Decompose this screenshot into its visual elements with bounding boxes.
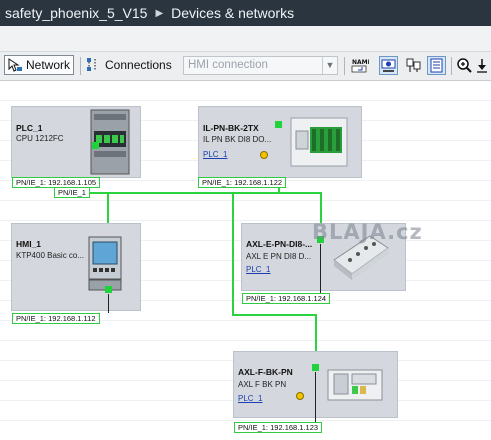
device-il-pn-bk-2tx[interactable]: IL-PN-BK-2TX IL PN BK DI8 DO... PLC_1 — [198, 106, 362, 178]
safety-tag-icon — [296, 392, 304, 400]
network-cursor-icon — [8, 58, 22, 72]
ethernet-port-icon[interactable] — [312, 364, 319, 371]
device-name: AXL-F-BK-PN — [238, 367, 293, 377]
title-bar: safety_phoenix_5_V15 ▶ Devices & network… — [0, 0, 491, 26]
network-button[interactable]: Network — [4, 55, 74, 75]
network-wire[interactable] — [66, 192, 322, 194]
watermark: BLAJA.cz — [312, 220, 423, 244]
hmi-panel-image-icon — [88, 236, 122, 291]
chevron-down-icon[interactable]: ▼ — [322, 57, 337, 74]
device-plc-1[interactable]: PLC_1 CPU 1212FC — [11, 106, 141, 178]
port-connector-line — [315, 372, 316, 422]
show-names-icon[interactable]: NAME — [350, 56, 372, 75]
device-address[interactable]: PN/IE_1: 192.168.1.123 — [234, 422, 323, 433]
download-arrow-icon[interactable] — [475, 56, 489, 75]
device-address[interactable]: PN/IE_1: 192.168.1.112 — [12, 313, 100, 324]
connections-button[interactable]: Connections — [86, 55, 172, 75]
network-button-label: Network — [26, 58, 71, 72]
project-name[interactable]: safety_phoenix_5_V15 — [5, 5, 147, 21]
port-connector-line — [320, 244, 321, 293]
toolbar-divider — [451, 57, 452, 75]
io-controller-link[interactable]: PLC_1 — [238, 394, 262, 403]
device-view-icon[interactable] — [404, 56, 423, 75]
device-hmi-1[interactable]: HMI_1 KTP400 Basic co... — [11, 223, 141, 311]
network-wire[interactable] — [232, 314, 317, 316]
connections-label: Connections — [105, 58, 172, 72]
device-address[interactable]: PN/IE_1: 192.168.1.105 — [12, 177, 101, 188]
io-controller-link[interactable]: PLC_1 — [203, 150, 227, 159]
device-type: IL PN BK DI8 DO... — [203, 135, 272, 144]
overview-table-icon[interactable] — [427, 56, 446, 75]
svg-text:NAME: NAME — [352, 59, 369, 66]
subnet-label[interactable]: PN/IE_1 — [54, 187, 90, 198]
device-name: AXL-E-PN-DI8-... — [246, 239, 313, 249]
toolbar-divider — [344, 57, 345, 75]
device-type: AXL F BK PN — [238, 380, 287, 389]
zoom-icon[interactable] — [455, 56, 474, 75]
device-name: PLC_1 — [16, 123, 43, 133]
io-controller-link[interactable]: PLC_1 — [246, 265, 270, 274]
network-toolbar: Network Connections HMI connection ▼ NAM… — [0, 52, 491, 81]
io-module-image-icon — [290, 117, 348, 167]
device-address[interactable]: PN/IE_1: 192.168.1.122 — [198, 177, 287, 188]
connections-icon — [87, 58, 96, 71]
view-name: Devices & networks — [171, 5, 295, 21]
axl-f-coupler-image-icon — [327, 369, 383, 401]
breadcrumb-arrow-icon: ▶ — [155, 7, 164, 19]
network-canvas[interactable]: PN/IE_1 PLC_1 CPU 1212FC PN/IE_1: 192.16… — [0, 81, 491, 440]
device-type: AXL E PN DI8 D... — [246, 252, 312, 261]
show-address-icon[interactable] — [379, 56, 398, 75]
tab-strip — [0, 26, 491, 52]
device-name: IL-PN-BK-2TX — [203, 123, 259, 133]
connection-type-select[interactable]: HMI connection ▼ — [183, 56, 338, 75]
connection-type-value: HMI connection — [188, 59, 268, 71]
port-connector-line — [108, 294, 109, 313]
network-wire[interactable] — [232, 192, 234, 315]
ethernet-port-icon[interactable] — [105, 286, 112, 293]
ethernet-port-icon[interactable] — [92, 142, 99, 149]
device-address[interactable]: PN/IE_1: 192.168.1.124 — [242, 293, 331, 304]
ethernet-port-icon[interactable] — [275, 121, 282, 128]
safety-tag-icon — [260, 151, 268, 159]
toolbar-divider — [80, 57, 81, 75]
device-type: KTP400 Basic co... — [16, 251, 85, 260]
device-name: HMI_1 — [16, 239, 42, 249]
device-type: CPU 1212FC — [16, 134, 64, 143]
